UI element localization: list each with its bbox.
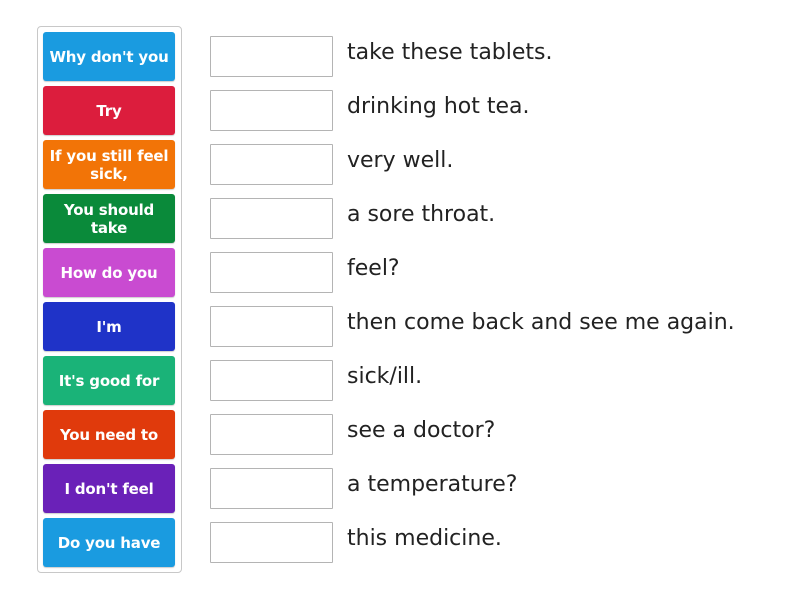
answer-tile[interactable]: Why don't you xyxy=(43,32,175,81)
drop-slot[interactable] xyxy=(210,144,333,185)
drop-slot[interactable] xyxy=(210,468,333,509)
drop-slot[interactable] xyxy=(210,90,333,131)
answer-tile[interactable]: It's good for xyxy=(43,356,175,405)
answer-tile[interactable]: Try xyxy=(43,86,175,135)
drop-slot[interactable] xyxy=(210,360,333,401)
phrase-text: a sore throat. xyxy=(347,202,496,227)
drop-slot[interactable] xyxy=(210,252,333,293)
answer-tile[interactable]: I don't feel xyxy=(43,464,175,513)
drop-slot[interactable] xyxy=(210,306,333,347)
answer-tile[interactable]: You need to xyxy=(43,410,175,459)
drop-slot[interactable] xyxy=(210,522,333,563)
phrase-text: sick/ill. xyxy=(347,364,423,389)
phrase-text: a temperature? xyxy=(347,472,518,497)
answer-tile[interactable]: You should take xyxy=(43,194,175,243)
phrase-text: very well. xyxy=(347,148,454,173)
drop-slot[interactable] xyxy=(210,36,333,77)
phrase-text: take these tablets. xyxy=(347,40,553,65)
answer-tile[interactable]: If you still feel sick, xyxy=(43,140,175,189)
phrase-text: drinking hot tea. xyxy=(347,94,530,119)
phrase-text: this medicine. xyxy=(347,526,502,551)
drop-slot[interactable] xyxy=(210,198,333,239)
drop-slot[interactable] xyxy=(210,414,333,455)
answer-tile[interactable]: How do you xyxy=(43,248,175,297)
phrase-text: see a doctor? xyxy=(347,418,496,443)
phrase-text: then come back and see me again. xyxy=(347,310,735,335)
answer-tile[interactable]: Do you have xyxy=(43,518,175,567)
answer-tile[interactable]: I'm xyxy=(43,302,175,351)
phrase-text: feel? xyxy=(347,256,400,281)
